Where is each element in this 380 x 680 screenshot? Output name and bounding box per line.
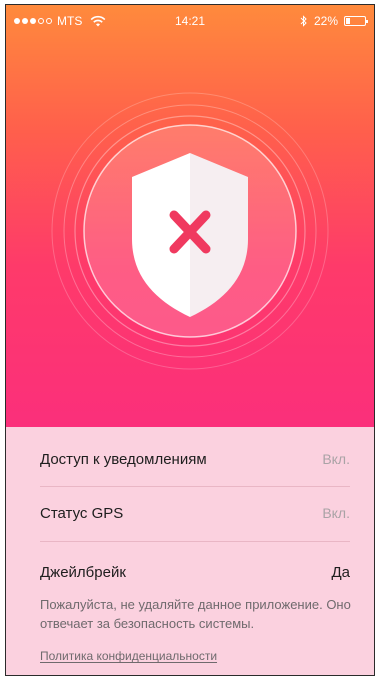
check-value: Вкл.	[322, 505, 350, 521]
check-label: Статус GPS	[40, 504, 124, 522]
security-hero: MTS 14:21 22%	[6, 5, 374, 427]
check-row-jailbreak: Джейлбрейк Да	[40, 557, 350, 587]
app-screen: MTS 14:21 22% Доступ к уведомлениям Вкл.…	[5, 4, 375, 676]
divider	[40, 541, 350, 542]
shield-status-graphic	[51, 92, 329, 370]
check-label: Доступ к уведомлениям	[40, 450, 207, 468]
divider	[40, 486, 350, 487]
phone-frame: MTS 14:21 22% Доступ к уведомлениям Вкл.…	[0, 0, 380, 680]
check-value: Да	[331, 563, 350, 581]
security-checks-panel: Доступ к уведомлениям Вкл. Статус GPS Вк…	[6, 427, 374, 675]
security-notice: Пожалуйста, не удаляйте данное приложени…	[40, 597, 351, 631]
check-row-gps: Статус GPS Вкл.	[40, 498, 350, 528]
check-label: Джейлбрейк	[40, 563, 126, 581]
check-value: Вкл.	[322, 451, 350, 467]
check-row-notifications: Доступ к уведомлениям Вкл.	[40, 444, 350, 474]
privacy-policy-link[interactable]: Политика конфиденциальности	[40, 649, 217, 663]
